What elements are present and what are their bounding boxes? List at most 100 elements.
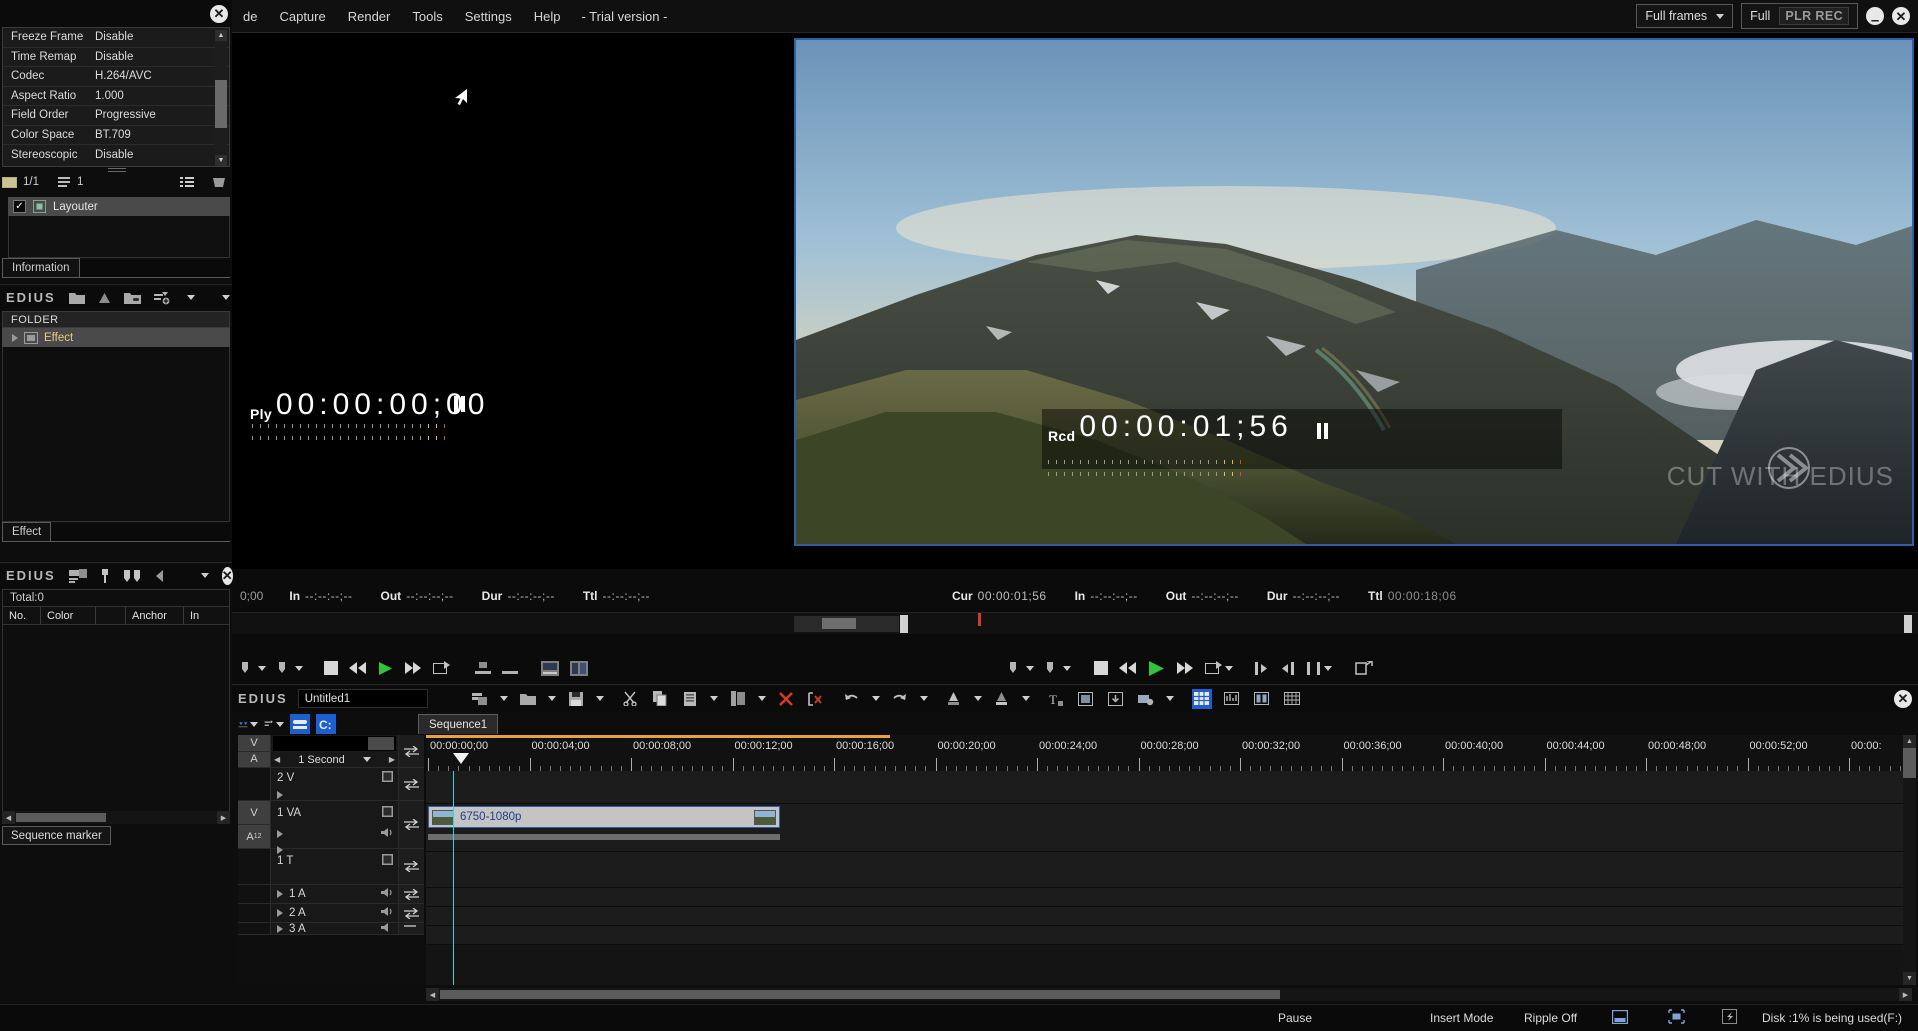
menu-item-settings[interactable]: Settings — [454, 5, 523, 28]
chevron-down-icon[interactable] — [757, 696, 766, 701]
timeline-ruler[interactable]: 00:00:00;00 00:00:04;00 00:00:08;00 00:00:1… — [426, 735, 1912, 771]
scroll-left-icon[interactable]: ◀ — [2, 811, 15, 824]
timeline-horizontal-scrollbar[interactable]: ◀ ▶ — [426, 988, 1912, 1001]
marker-horizontal-scrollbar[interactable]: ◀ ▶ — [2, 811, 230, 824]
video-mute-icon[interactable] — [382, 769, 393, 787]
folder-link-icon[interactable] — [123, 291, 141, 304]
table-row[interactable]: Codec H.264/AVC — [3, 67, 229, 87]
audio-mute-icon[interactable] — [381, 825, 393, 843]
video-mute-icon[interactable] — [382, 804, 393, 822]
render-button[interactable] — [1136, 689, 1156, 709]
sync-lock-button[interactable] — [264, 714, 284, 734]
delete-button[interactable] — [776, 689, 796, 709]
track-lane-1va[interactable]: 6750-1080p — [426, 804, 1912, 852]
recorder-scrub-end-handle[interactable] — [1904, 615, 1912, 633]
scroll-down-icon[interactable]: ▼ — [1903, 972, 1916, 985]
recorder-fastforward-button[interactable] — [1176, 661, 1194, 675]
chevron-down-icon[interactable] — [1165, 696, 1174, 701]
player-play-button[interactable] — [378, 661, 393, 676]
player-marker-out-icon[interactable] — [277, 661, 303, 675]
expand-triangle-icon[interactable] — [277, 924, 283, 933]
new-sequence-button[interactable] — [470, 689, 490, 709]
close-icon[interactable]: ✕ — [221, 566, 233, 585]
recorder-trim-button[interactable] — [1306, 661, 1332, 676]
recorder-loop-button[interactable] — [1205, 660, 1233, 676]
scrollbar-thumb[interactable] — [16, 813, 106, 822]
player-video-canvas[interactable]: Ply 00:00:00;00 — [232, 33, 792, 538]
render-status-icon[interactable] — [1722, 1009, 1737, 1027]
menu-item-de[interactable]: de — [232, 5, 268, 28]
table-row[interactable]: Time Remap Disable — [3, 48, 229, 67]
freeze-frame-button[interactable] — [1076, 689, 1096, 709]
open-project-button[interactable] — [518, 689, 538, 709]
title-button[interactable]: T — [1046, 689, 1066, 709]
scroll-up-icon[interactable]: ▲ — [1903, 735, 1916, 748]
add-marker-icon[interactable] — [100, 568, 110, 583]
player-loop-button[interactable] — [433, 660, 450, 676]
paste-button[interactable] — [680, 689, 700, 709]
toggle-list-button[interactable] — [1282, 689, 1302, 709]
player-set-in-button[interactable] — [475, 661, 491, 675]
cut-button[interactable] — [620, 689, 640, 709]
track-lane-1a[interactable] — [426, 888, 1912, 907]
column-anchor[interactable]: Anchor — [126, 607, 184, 624]
player-add-to-timeline-button[interactable] — [541, 660, 559, 676]
close-button[interactable]: ✕ — [1892, 7, 1910, 25]
chevron-down-icon[interactable] — [1021, 696, 1030, 701]
palette-menu-chevron-icon[interactable] — [221, 295, 230, 300]
delete-icon[interactable] — [212, 176, 226, 188]
up-arrow-icon[interactable] — [98, 292, 111, 304]
checkbox-icon[interactable]: ✓ — [13, 200, 26, 213]
sync-lock-a12[interactable]: A12 — [238, 825, 270, 848]
track-expand-button[interactable] — [398, 735, 424, 767]
scroll-down-icon[interactable]: ▼ — [215, 155, 227, 166]
undo-button[interactable] — [842, 689, 862, 709]
track-lane-2v[interactable] — [426, 771, 1912, 804]
list-view-icon[interactable] — [180, 176, 194, 188]
scroll-up-icon[interactable]: ▲ — [215, 30, 227, 41]
quality-select[interactable]: Full frames — [1636, 4, 1734, 28]
track-expand-button[interactable] — [398, 801, 424, 848]
ripple-mode-button[interactable] — [238, 714, 258, 734]
save-project-button[interactable] — [566, 689, 586, 709]
recorder-out-field[interactable]: Out --:--:--;-- — [1166, 589, 1239, 603]
timeline-vertical-scrollbar[interactable]: ▲ ▼ — [1903, 735, 1916, 985]
scrollbar-thumb[interactable] — [1903, 748, 1916, 778]
chevron-down-icon[interactable] — [871, 696, 880, 701]
minimize-button[interactable]: – — [1866, 7, 1884, 28]
sync-lock-a[interactable]: A — [238, 751, 270, 767]
timeline-tracks[interactable]: 6750-1080p — [426, 771, 1912, 985]
track-header-2a[interactable]: 2 A — [238, 904, 424, 923]
track-expand-button[interactable] — [398, 923, 424, 934]
chevron-down-icon[interactable] — [973, 696, 982, 701]
zoom-slider-track[interactable] — [273, 736, 396, 751]
recorder-set-out-button[interactable] — [1280, 661, 1295, 676]
audio-mute-icon[interactable] — [381, 885, 393, 903]
playhead-marker[interactable] — [453, 753, 469, 764]
close-icon[interactable]: ✕ — [210, 4, 228, 23]
filter-item-layouter[interactable]: ✓ Layouter — [8, 197, 230, 216]
recorder-marker-out-icon[interactable] — [1045, 661, 1071, 675]
recorder-scrub-thumb[interactable] — [822, 618, 856, 629]
column-color[interactable]: Color — [41, 607, 96, 624]
recorder-ttl-field[interactable]: Ttl 00:00:18;06 — [1368, 589, 1457, 603]
scroll-left-icon[interactable]: ◀ — [426, 988, 439, 1001]
zoom-next-icon[interactable]: ▶ — [389, 755, 395, 764]
recorder-scrub-handle[interactable] — [900, 615, 908, 633]
player-output-status[interactable]: Full PLR REC — [1741, 3, 1858, 29]
scroll-right-icon[interactable]: ▶ — [1899, 988, 1912, 1001]
recorder-marker-in-icon[interactable] — [1008, 661, 1034, 675]
prev-marker-icon[interactable] — [154, 569, 166, 583]
recorder-in-field[interactable]: In --:--:--;-- — [1075, 589, 1138, 603]
sync-lock-v[interactable]: V — [238, 801, 270, 825]
player-out-field[interactable]: Out --:--:--;-- — [381, 589, 454, 603]
track-expand-button[interactable] — [398, 885, 424, 903]
recorder-play-button[interactable] — [1148, 660, 1165, 677]
player-add-transition-button[interactable] — [570, 660, 588, 676]
recorder-stop-button[interactable] — [1094, 661, 1108, 675]
capture-status-icon[interactable] — [1611, 1009, 1629, 1027]
player-ttl-field[interactable]: Ttl --:--:--;-- — [583, 589, 650, 603]
table-row[interactable]: Color Space BT.709 — [3, 126, 229, 145]
sequence-marker-icon[interactable] — [68, 568, 87, 583]
group-mode-button[interactable]: C: — [316, 714, 336, 734]
